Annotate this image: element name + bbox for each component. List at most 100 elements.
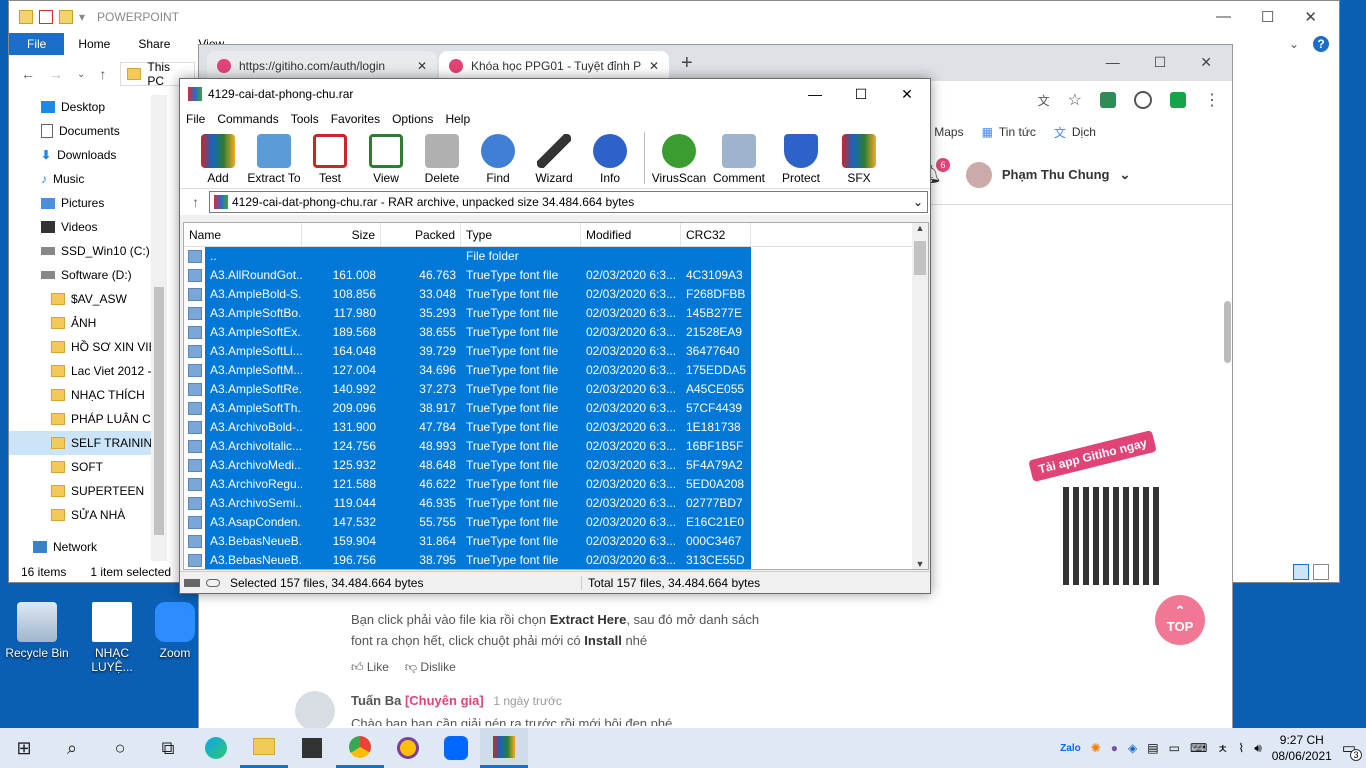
commenter-name[interactable]: Tuấn Ba	[351, 693, 401, 708]
menu-options[interactable]: Options	[386, 112, 439, 126]
menu-commands[interactable]: Commands	[211, 112, 284, 126]
new-tab-icon[interactable]: +	[671, 52, 703, 81]
desktop-icon-zoom[interactable]: Zoom	[150, 602, 200, 660]
taskbar-zalo[interactable]	[432, 728, 480, 768]
taskbar-explorer[interactable]	[240, 728, 288, 768]
sidebar-item-network[interactable]: Network	[9, 535, 159, 559]
tab-file[interactable]: File	[9, 33, 65, 55]
start-button[interactable]: ⊞	[0, 728, 48, 768]
minimize-icon[interactable]: —	[792, 86, 838, 103]
scrollbar-thumb[interactable]	[1224, 301, 1231, 363]
translate-icon[interactable]: 文	[1038, 92, 1050, 109]
sidebar-item-folder[interactable]: PHÁP LUÂN CÔ	[9, 407, 159, 431]
table-row[interactable]: A3.AmpleSoftRe... 140.992 37.273 TrueType f…	[184, 380, 928, 399]
volume-icon[interactable]: 🔊︎	[1254, 741, 1262, 756]
tab-close-icon[interactable]: ✕	[649, 59, 659, 73]
sidebar-item-folder[interactable]: NHẠC THÍCH	[9, 383, 159, 407]
table-row[interactable]: A3.AmpleBold-S... 108.856 33.048 TrueType f…	[184, 285, 928, 304]
sidebar-item-folder[interactable]: HỒ SƠ XIN VIỆ	[9, 335, 159, 359]
bookmark-translate[interactable]: 文 Dịch	[1054, 124, 1096, 141]
dropdown-icon[interactable]: ▾	[79, 10, 85, 24]
tab-share[interactable]: Share	[124, 37, 184, 51]
forward-icon[interactable]: →	[49, 66, 63, 82]
sidebar-scrollbar[interactable]	[151, 95, 167, 561]
shield-check-icon[interactable]	[1170, 92, 1186, 108]
table-row[interactable]: A3.AmpleSoftM... 127.004 34.696 TrueType fo…	[184, 361, 928, 380]
file-list-scrollbar[interactable]: ▲ ▼	[912, 223, 928, 569]
column-packed[interactable]: Packed	[381, 223, 461, 246]
info-button[interactable]: Info	[582, 134, 638, 188]
table-row[interactable]: A3.ArchivoBold-... 131.900 47.784 TrueType …	[184, 418, 928, 437]
column-modified[interactable]: Modified	[581, 223, 681, 246]
view-button[interactable]: View	[358, 134, 414, 188]
back-icon[interactable]: ←	[21, 66, 35, 82]
maximize-icon[interactable]: ☐	[1261, 8, 1274, 26]
tray-app-icon[interactable]: ✺	[1091, 741, 1101, 755]
delete-button[interactable]: Delete	[414, 134, 470, 188]
column-name[interactable]: Name	[184, 223, 302, 246]
sidebar-item-folder[interactable]: $AV_ASW	[9, 287, 159, 311]
table-row[interactable]: .. File folder	[184, 247, 928, 266]
sidebar-item-music[interactable]: ♪ Music	[9, 167, 159, 191]
winrar-window[interactable]: 4129-cai-dat-phong-chu.rar — ☐ ✕ File Co…	[179, 78, 931, 594]
sfx-button[interactable]: SFX	[831, 134, 887, 188]
new-folder-icon[interactable]	[59, 10, 73, 24]
minimize-icon[interactable]: —	[1106, 54, 1120, 71]
extract-to-button[interactable]: Extract To	[246, 134, 302, 188]
search-button[interactable]: ⌕	[48, 728, 96, 768]
maximize-icon[interactable]: ☐	[838, 86, 884, 103]
taskbar-unikey[interactable]	[384, 728, 432, 768]
scrollbar-thumb[interactable]	[914, 241, 926, 275]
taskbar-store[interactable]	[288, 728, 336, 768]
close-icon[interactable]: ✕	[884, 86, 930, 103]
table-row[interactable]: A3.Archivoltalic.... 124.756 48.993 TrueTyp…	[184, 437, 928, 456]
like-button[interactable]: 👍︎ Like	[351, 657, 389, 678]
view-toggle[interactable]	[1293, 564, 1329, 580]
add-button[interactable]: Add	[190, 134, 246, 188]
menu-file[interactable]: File	[180, 112, 211, 126]
recent-icon[interactable]: ⌄	[77, 69, 85, 80]
taskbar-winrar[interactable]	[480, 728, 528, 768]
menu-tools[interactable]: Tools	[285, 112, 325, 126]
test-button[interactable]: Test	[302, 134, 358, 188]
ribbon-expand-icon[interactable]: ⌄	[1289, 37, 1299, 51]
close-icon[interactable]: ✕	[1304, 8, 1317, 26]
archive-file-list[interactable]: Name Size Packed Type Modified CRC32 .. F…	[183, 222, 929, 570]
dislike-button[interactable]: 👎︎ Dislike	[405, 657, 456, 678]
sidebar-item-drive-c[interactable]: SSD_Win10 (C:)	[9, 239, 159, 263]
menu-help[interactable]: Help	[439, 112, 476, 126]
minimize-icon[interactable]: —	[1216, 8, 1231, 26]
viber-icon[interactable]: ●	[1111, 741, 1118, 755]
sidebar-item-folder[interactable]: ẢNH	[9, 311, 159, 335]
sidebar-item-drive-d[interactable]: Software (D:)	[9, 263, 159, 287]
task-view-button[interactable]: ⧉	[144, 728, 192, 768]
properties-icon[interactable]	[39, 10, 53, 24]
bookmark-star-icon[interactable]: ☆	[1068, 90, 1082, 110]
find-button[interactable]: Find	[470, 134, 526, 188]
table-row[interactable]: A3.ArchivoRegu... 121.588 46.622 TrueType f…	[184, 475, 928, 494]
maximize-icon[interactable]: ☐	[1154, 54, 1167, 71]
notepad-icon[interactable]: ▤	[1147, 741, 1158, 755]
up-icon[interactable]: ↑	[99, 66, 106, 82]
wizard-button[interactable]: Wizard	[526, 134, 582, 188]
table-row[interactable]: A3.AsapConden... 147.532 55.755 TrueType fo…	[184, 513, 928, 532]
close-icon[interactable]: ✕	[1200, 54, 1212, 71]
sidebar-item-videos[interactable]: Videos	[9, 215, 159, 239]
display-icon[interactable]: ▭	[1169, 741, 1180, 755]
column-size[interactable]: Size	[302, 223, 381, 246]
tab-close-icon[interactable]: ✕	[417, 59, 427, 73]
scrollbar-thumb[interactable]	[154, 287, 164, 535]
table-row[interactable]: A3.AmpleSoftTh... 209.096 38.917 TrueType f…	[184, 399, 928, 418]
details-view-icon[interactable]	[1293, 564, 1309, 580]
top-button[interactable]: ⌃ TOP	[1155, 595, 1205, 645]
archive-path-box[interactable]: 4129-cai-dat-phong-chu.rar - RAR archive…	[209, 191, 928, 213]
user-menu[interactable]: Phạm Thu Chung ⌄	[965, 161, 1130, 188]
column-type[interactable]: Type	[461, 223, 581, 246]
table-row[interactable]: A3.AmpleSoftEx... 189.568 38.655 TrueType f…	[184, 323, 928, 342]
tab-home[interactable]: Home	[64, 37, 124, 51]
keyboard-icon[interactable]: ⌨	[1190, 741, 1207, 755]
virusscan-button[interactable]: VirusScan	[651, 134, 707, 188]
app-promo[interactable]: Tải app Gitiho ngay	[1028, 429, 1179, 595]
menu-dots-icon[interactable]: ⋮	[1204, 90, 1220, 110]
profile-icon[interactable]	[1134, 91, 1152, 109]
